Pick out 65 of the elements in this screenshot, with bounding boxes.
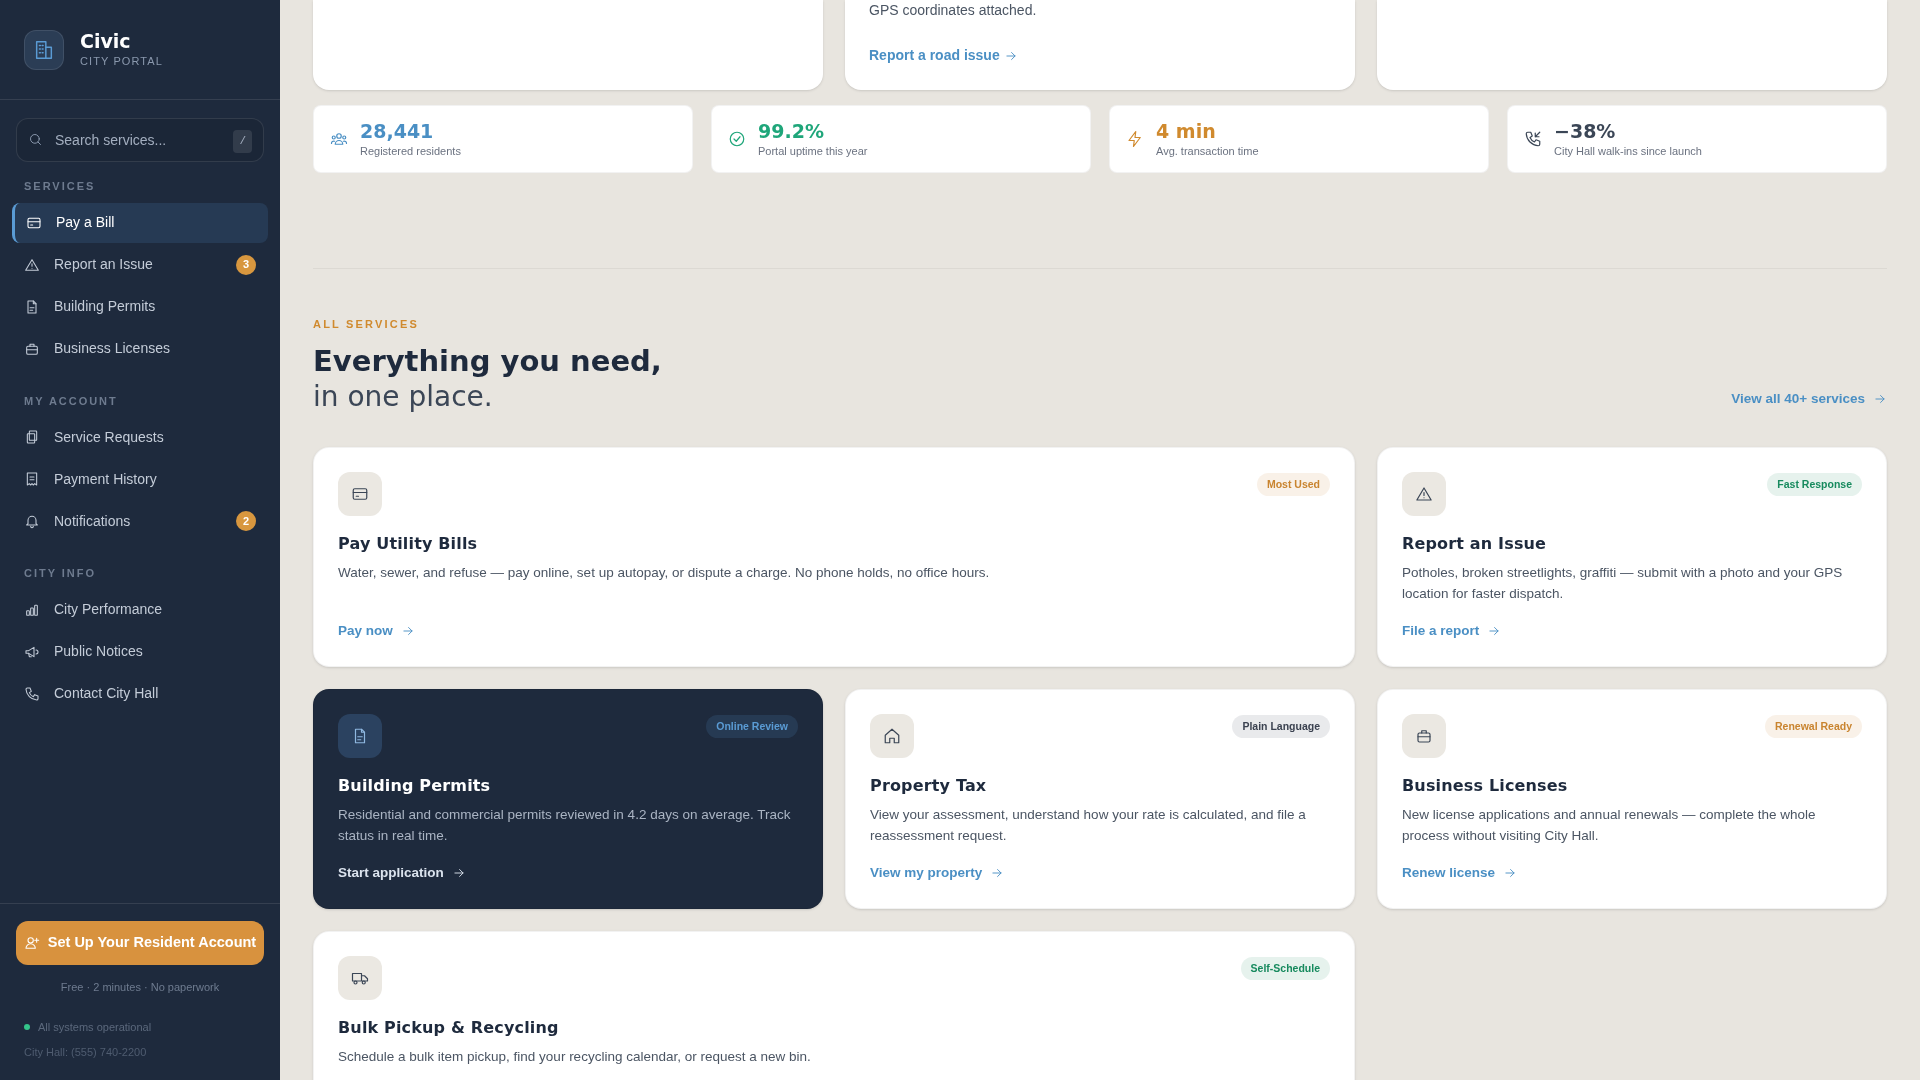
lightning-icon xyxy=(1126,130,1144,148)
stat-label: Portal uptime this year xyxy=(758,143,868,159)
shortcut-key: / xyxy=(233,130,252,153)
section-heading: MY ACCOUNT xyxy=(23,393,119,409)
nav-item[interactable]: Payment History xyxy=(12,459,268,499)
count-badge: 3 xyxy=(236,254,256,275)
section-heading: Everything you need, xyxy=(313,342,662,379)
card-description: New license applications and annual renewals — complete the whole process without visiting City Hall. xyxy=(1402,805,1817,845)
cta-note: Free · 2 minutes · No paperwork xyxy=(59,979,221,995)
card-description: Residential and commercial permits reviewed in 4.2 days on average. Track status in real time. xyxy=(338,805,792,845)
stat-value: −38% xyxy=(1554,118,1617,143)
card-description: Schedule a bulk item pickup, find your recycling calendar, or request a new bin. xyxy=(338,1047,812,1066)
card-title: Business Licenses xyxy=(1402,774,1569,797)
tag: Online Review xyxy=(706,714,798,739)
phone-icon xyxy=(1524,130,1542,148)
receipt-icon xyxy=(24,471,40,487)
card-link[interactable]: Start application xyxy=(338,851,466,884)
nav-item[interactable]: Contact City Hall xyxy=(12,673,268,714)
card-title: Report an Issue xyxy=(1402,532,1548,555)
documents-icon xyxy=(24,429,40,445)
stat-label: Registered residents xyxy=(360,143,461,159)
nav-item[interactable]: City Performance xyxy=(12,589,268,630)
brand-name: Civic xyxy=(80,29,132,54)
tag: Plain Language xyxy=(1232,714,1330,739)
building-icon xyxy=(33,38,55,61)
card-title: Pay Utility Bills xyxy=(338,532,479,555)
nav-item[interactable]: Pay a Bill xyxy=(12,202,268,243)
card-description: Water, sewer, and refuse — pay online, set up autopay, or dispute a charge. No phone holds, no office hours. xyxy=(338,563,991,582)
nav-item[interactable]: Business Licenses xyxy=(12,328,268,369)
section-heading: CITY INFO xyxy=(23,566,97,581)
card-title: Property Tax xyxy=(870,774,988,797)
nav-item[interactable]: Public Notices xyxy=(12,631,268,672)
brand-subtitle: CITY PORTAL xyxy=(80,54,163,70)
tag: Self-Schedule xyxy=(1240,956,1330,981)
stat-value: 4 min xyxy=(1156,118,1217,143)
section-heading: SERVICES xyxy=(23,179,97,194)
bell-icon xyxy=(24,513,40,529)
nav-item[interactable]: Notifications 2 xyxy=(12,501,268,541)
tag: Fast Response xyxy=(1767,472,1862,497)
check-circle-icon xyxy=(728,130,746,148)
tag: Most Used xyxy=(1256,472,1330,497)
nav-item[interactable]: Service Requests xyxy=(12,417,268,457)
warning-icon xyxy=(24,256,40,273)
card-description: GPS coordinates attached. xyxy=(869,1,1038,20)
nav-item[interactable]: Report an Issue 3 xyxy=(12,244,268,285)
tag: Renewal Ready xyxy=(1764,714,1862,739)
section-subheading: in one place. xyxy=(313,378,494,415)
card-description: View your assessment, understand how your rate is calculated, and file a reassessment request. xyxy=(870,805,1307,845)
phone-icon xyxy=(24,685,40,702)
document-icon xyxy=(24,298,40,315)
search-icon xyxy=(28,132,43,147)
card-title: Building Permits xyxy=(338,774,492,797)
card-description: Potholes, broken streetlights, graffiti — submit with a photo and your GPS location for faster dispatch. xyxy=(1402,563,1844,603)
section-eyebrow: ALL SERVICES xyxy=(313,317,421,332)
card-title: Bulk Pickup & Recycling xyxy=(338,1016,560,1039)
people-icon xyxy=(330,130,348,148)
house-icon xyxy=(883,726,901,745)
status-text: All systems operational xyxy=(38,1020,152,1035)
stat-value: 28,441 xyxy=(360,118,435,143)
nav-item[interactable]: Building Permits xyxy=(12,286,268,327)
stat-label: City Hall walk-ins since launch xyxy=(1554,143,1702,159)
stat-label: Avg. transaction time xyxy=(1156,143,1259,159)
count-badge: 2 xyxy=(236,511,256,531)
stat-value: 99.2% xyxy=(758,118,825,143)
add-user-icon xyxy=(23,934,40,951)
